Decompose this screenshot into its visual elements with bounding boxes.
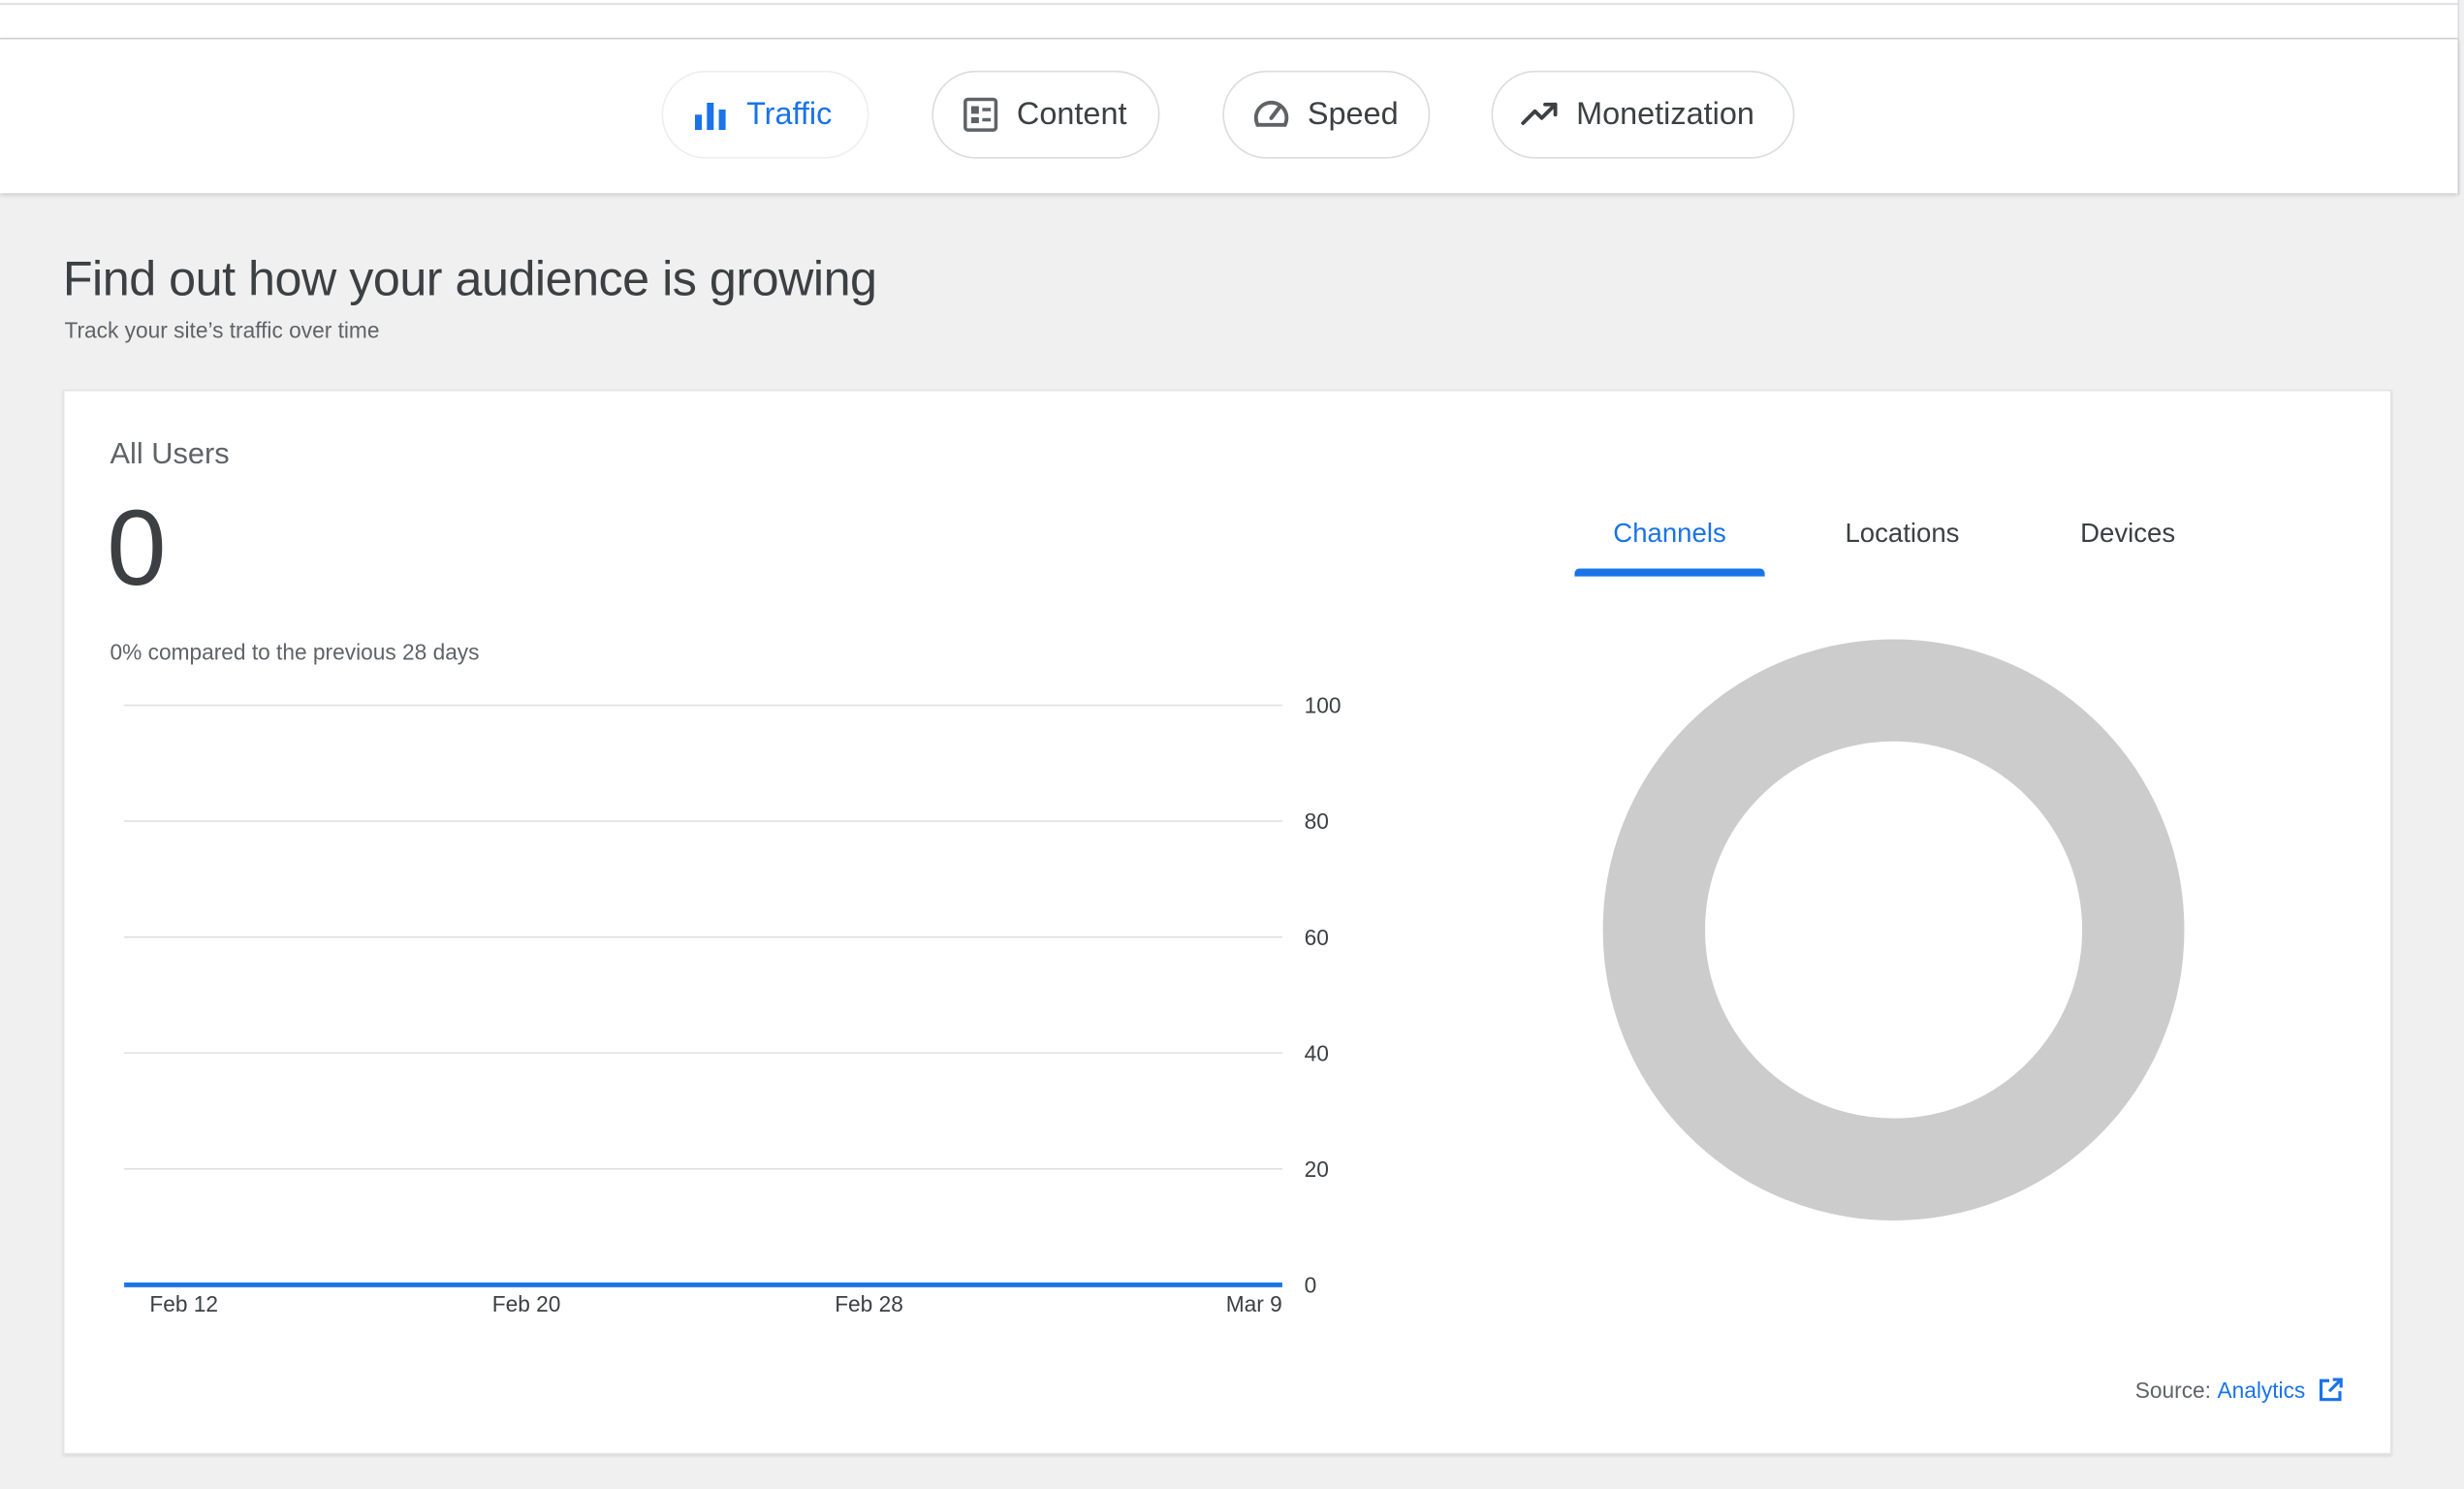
tab-channels[interactable]: Channels [1574, 494, 1765, 577]
right-divider [2457, 0, 2460, 195]
trending-up-icon [1520, 94, 1561, 135]
y-tick-label: 40 [1305, 1040, 1329, 1065]
content-icon [961, 94, 1001, 135]
y-tick-label: 20 [1305, 1156, 1329, 1182]
viewport: Traffic Content Speed Monetization Find … [0, 0, 2464, 1489]
x-tick-label: Feb 12 [149, 1291, 218, 1316]
tab-label: Speed [1307, 96, 1399, 132]
tab-speed[interactable]: Speed [1222, 70, 1431, 159]
tab-label: Content [1016, 96, 1127, 132]
page-title: Find out how your audience is growing [62, 251, 877, 306]
tab-label: Monetization [1576, 96, 1754, 132]
tab-monetization[interactable]: Monetization [1491, 70, 1795, 159]
source-label: Source: [2134, 1378, 2211, 1403]
y-tick-label: 100 [1305, 693, 1342, 718]
tab-locations[interactable]: Locations [1807, 494, 1997, 573]
bar-chart-icon [690, 94, 731, 135]
x-tick-label: Feb 28 [835, 1291, 903, 1316]
tab-traffic[interactable]: Traffic [661, 70, 869, 159]
speedometer-icon [1250, 94, 1291, 135]
top-strip-line [0, 3, 2458, 5]
analytics-link[interactable]: Analytics [2217, 1378, 2305, 1403]
x-tick-label: Mar 9 [1226, 1291, 1282, 1316]
y-tick-label: 60 [1305, 925, 1329, 950]
top-strip [0, 0, 2458, 40]
page-subtitle: Track your site’s traffic over time [64, 317, 380, 343]
tab-devices[interactable]: Devices [2034, 494, 2223, 573]
source-attribution: Source: Analytics [2135, 1376, 2345, 1404]
active-tab-indicator [1574, 568, 1765, 577]
x-tick-label: Feb 20 [492, 1291, 561, 1316]
tab-label: Traffic [746, 96, 833, 132]
segment-tab-label: Devices [2080, 518, 2176, 549]
external-link-icon[interactable] [2317, 1376, 2345, 1404]
y-tick-label: 0 [1305, 1273, 1317, 1298]
tab-content[interactable]: Content [932, 70, 1160, 159]
donut-empty-ring [1602, 639, 2185, 1220]
y-tick-label: 80 [1305, 808, 1329, 834]
segment-tab-label: Locations [1845, 518, 1960, 549]
all-users-card: All Users 0 0% compared to the previous … [62, 389, 2392, 1455]
report-tab-bar: Traffic Content Speed Monetization [0, 39, 2458, 194]
segment-tab-label: Channels [1613, 518, 1726, 549]
